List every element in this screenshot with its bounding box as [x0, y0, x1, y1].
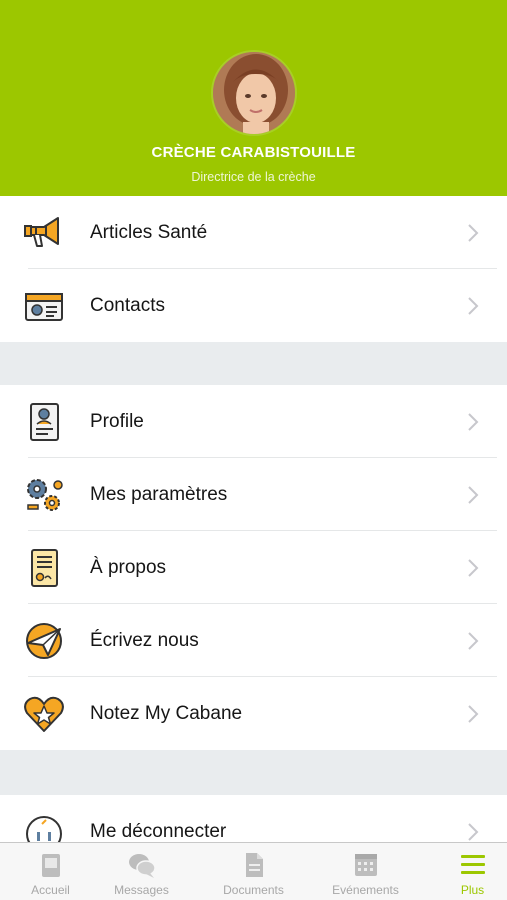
menu-item-notez-my-cabane[interactable]: Notez My Cabane: [0, 677, 507, 750]
chevron-right-icon: [468, 705, 479, 723]
tab-label: Evénements: [332, 883, 399, 897]
menu-item-profile[interactable]: Profile: [0, 385, 507, 458]
menu-item-label: Articles Santé: [90, 222, 208, 243]
heart-star-icon: [22, 694, 66, 734]
tab-messages[interactable]: Messages: [91, 843, 192, 900]
section-separator: [0, 342, 507, 385]
org-name: CRÈCHE CARABISTOUILLE: [151, 144, 356, 161]
chevron-right-icon: [468, 632, 479, 650]
profile-header: CRÈCHE CARABISTOUILLE Directrice de la c…: [0, 0, 507, 196]
chevron-right-icon: [468, 413, 479, 431]
tab-label: Accueil: [31, 883, 70, 897]
menu-item-label: Notez My Cabane: [90, 703, 243, 724]
profile-badge-icon: [22, 402, 66, 442]
tab-documents[interactable]: Documents: [203, 843, 304, 900]
tab-plus[interactable]: Plus: [422, 843, 507, 900]
document-icon: [245, 853, 263, 877]
menu-item-label: Profile: [90, 411, 144, 432]
tab-bar: Accueil Messages Documents Evénements Pl…: [0, 842, 507, 900]
tab-label: Messages: [114, 883, 169, 897]
section-separator: [0, 750, 507, 795]
menu-item-label: Contacts: [90, 295, 165, 316]
tab-label: Plus: [460, 883, 485, 897]
paper-plane-icon: [22, 621, 66, 661]
calendar-icon: [354, 854, 377, 876]
home-icon: [41, 854, 60, 877]
contact-card-icon: [22, 286, 66, 326]
menu-item-label: À propos: [90, 557, 167, 578]
chevron-right-icon: [468, 297, 479, 315]
user-role: Directrice de la crèche: [191, 170, 316, 184]
chevron-right-icon: [468, 224, 479, 242]
messages-icon: [128, 854, 156, 878]
menu-item-articles-sante[interactable]: Articles Santé: [0, 196, 507, 269]
menu-item-contacts[interactable]: Contacts: [0, 269, 507, 342]
menu-item-ecrivez-nous[interactable]: Écrivez nous: [0, 604, 507, 677]
avatar[interactable]: [211, 50, 297, 136]
menu-icon: [460, 855, 485, 874]
menu-item-a-propos[interactable]: À propos: [0, 531, 507, 604]
chevron-right-icon: [468, 823, 479, 841]
certificate-icon: [22, 548, 66, 588]
menu-item-mes-parametres[interactable]: Mes paramètres: [0, 458, 507, 531]
chevron-right-icon: [468, 486, 479, 504]
tab-label: Documents: [223, 883, 284, 897]
megaphone-icon: [22, 213, 66, 253]
menu-item-label: Écrivez nous: [90, 630, 199, 651]
tab-accueil[interactable]: Accueil: [0, 843, 101, 900]
chevron-right-icon: [468, 559, 479, 577]
tab-evenements[interactable]: Evénements: [315, 843, 416, 900]
menu-item-label: Mes paramètres: [90, 484, 228, 505]
gears-icon: [22, 475, 66, 515]
